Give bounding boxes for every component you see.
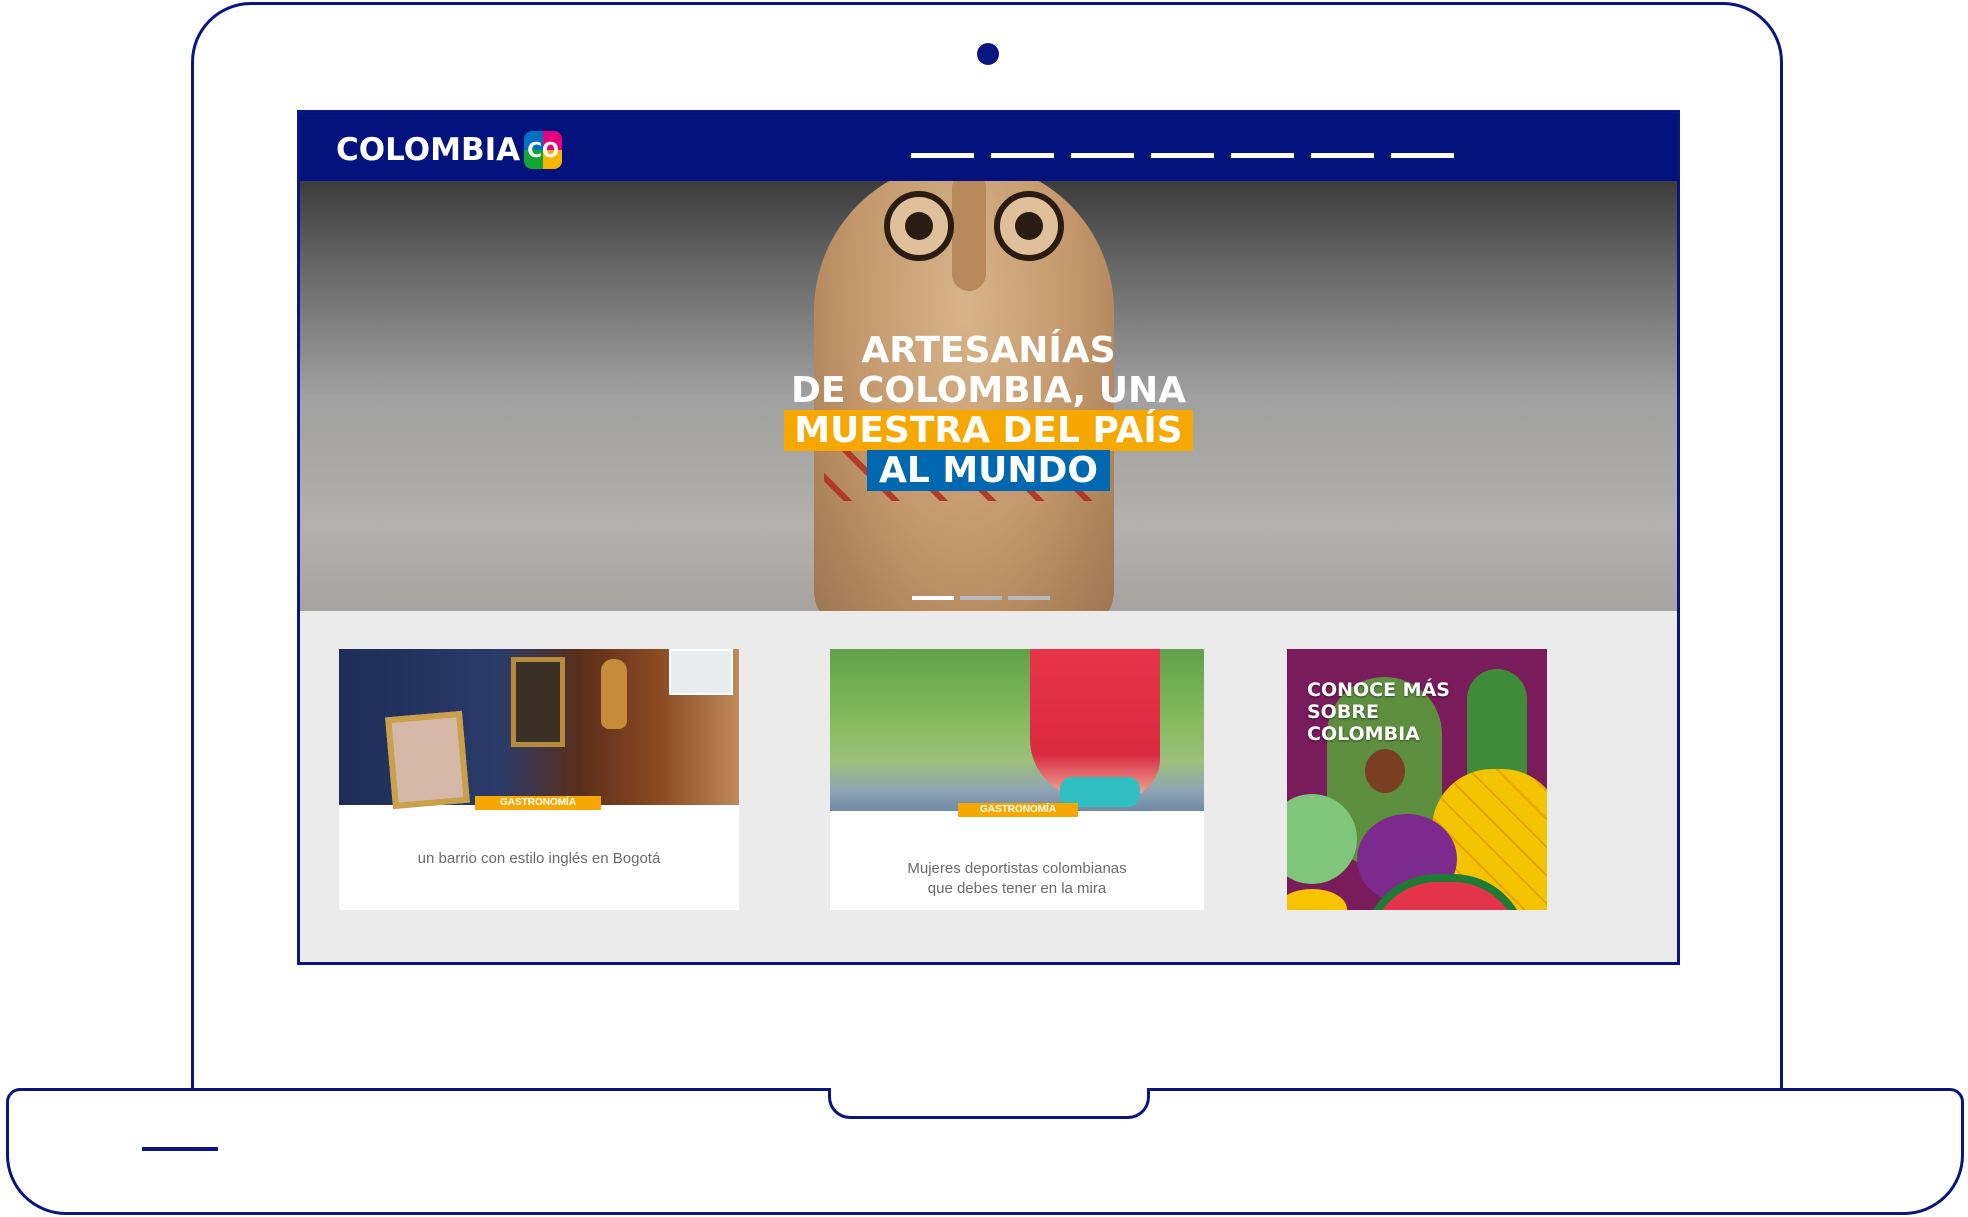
fruit-illustration	[1287, 889, 1347, 910]
browser-screen: COLOMBIA CO ARTESANÍAS DE COLOMBIA, UNA …	[297, 110, 1680, 965]
nav-item-1[interactable]	[911, 153, 974, 158]
nav-item-6[interactable]	[1311, 153, 1374, 158]
article-title[interactable]: un barrio con estilo inglés en Bogotá	[339, 849, 739, 869]
article-title-line2: que debes tener en la mira	[927, 880, 1107, 897]
site-header: COLOMBIA CO	[300, 113, 1677, 181]
logo-badge-icon: CO	[524, 131, 563, 169]
article-image-interior	[339, 649, 739, 810]
owl-eye-left	[884, 191, 954, 261]
promo-title: CONOCE MÁS SOBRE COLOMBIA	[1307, 679, 1450, 745]
promo-line3: COLOMBIA	[1307, 723, 1420, 745]
category-tag[interactable]: GASTRONOMÍA	[475, 796, 601, 810]
laptop-notch	[828, 1088, 1150, 1119]
camera-icon	[977, 43, 999, 65]
avocado-seed	[1365, 749, 1405, 793]
nav-item-7[interactable]	[1391, 153, 1454, 158]
hero-title-line4: AL MUNDO	[866, 450, 1110, 491]
hero-title-line3: MUESTRA DEL PAÍS	[784, 410, 1193, 451]
window	[669, 649, 733, 695]
nav-item-2[interactable]	[991, 153, 1054, 158]
logo-text: COLOMBIA	[336, 132, 521, 168]
hero-title-line2: DE COLOMBIA, UNA	[791, 370, 1186, 411]
hero-title: ARTESANÍAS DE COLOMBIA, UNA MUESTRA DEL …	[300, 331, 1677, 491]
painting-portrait	[385, 710, 470, 810]
main-nav	[911, 153, 1454, 158]
carousel-dot-3[interactable]	[1008, 596, 1050, 600]
article-card[interactable]: GASTRONOMÍA Mujeres deportistas colombia…	[830, 649, 1204, 910]
site-logo[interactable]: COLOMBIA CO	[336, 131, 563, 169]
article-card[interactable]: GASTRONOMÍA un barrio con estilo inglés …	[339, 649, 739, 910]
promo-line1: CONOCE MÁS	[1307, 679, 1450, 701]
painting-dark	[511, 657, 565, 747]
nav-item-3[interactable]	[1071, 153, 1134, 158]
promo-banner[interactable]: CONOCE MÁS SOBRE COLOMBIA	[1287, 649, 1547, 910]
article-title-line1: Mujeres deportistas colombianas	[907, 860, 1127, 877]
nav-item-4[interactable]	[1151, 153, 1214, 158]
article-image-runner	[830, 649, 1204, 811]
hero-carousel[interactable]: ARTESANÍAS DE COLOMBIA, UNA MUESTRA DEL …	[300, 181, 1677, 611]
hero-title-line1: ARTESANÍAS	[861, 330, 1116, 371]
owl-beak	[952, 181, 986, 291]
vase	[601, 659, 627, 729]
base-indicator	[142, 1147, 218, 1151]
promo-line2: SOBRE	[1307, 701, 1379, 723]
carousel-dot-1[interactable]	[912, 596, 954, 600]
owl-eye-right	[994, 191, 1064, 261]
carousel-dot-2[interactable]	[960, 596, 1002, 600]
nav-item-5[interactable]	[1231, 153, 1294, 158]
article-title[interactable]: Mujeres deportistas colombianas que debe…	[830, 859, 1204, 899]
carousel-indicators	[912, 596, 1050, 600]
category-tag[interactable]: GASTRONOMÍA	[958, 803, 1078, 817]
